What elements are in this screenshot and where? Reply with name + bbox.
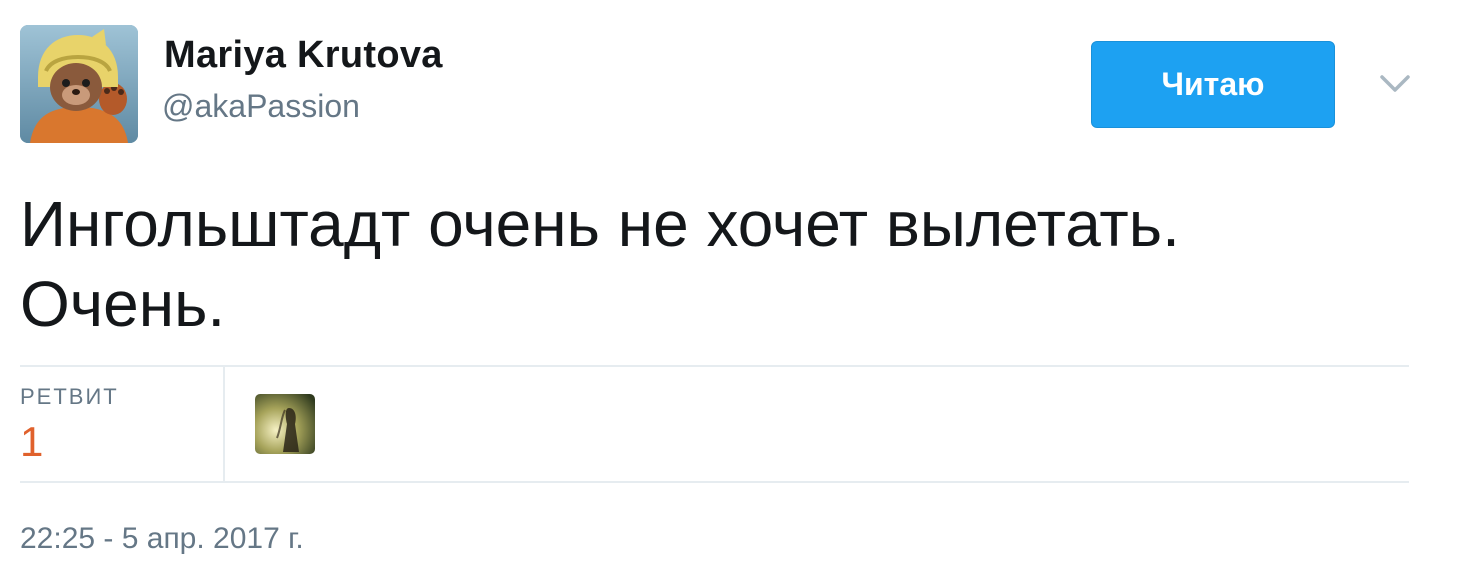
follow-button-label: Читаю: [1161, 66, 1265, 102]
stats-divider-top: [20, 365, 1409, 367]
chevron-down-icon[interactable]: [1376, 64, 1414, 102]
author-display-name[interactable]: Mariya Krutova: [164, 34, 443, 77]
tweet-text: Ингольштадт очень не хочет вылетать. Оче…: [20, 188, 1180, 340]
tweet-timestamp[interactable]: 22:25 - 5 апр. 2017 г.: [20, 522, 304, 556]
stats-divider-vertical: [223, 367, 225, 481]
stats-divider-bottom: [20, 481, 1409, 483]
follow-button[interactable]: Читаю: [1091, 41, 1335, 128]
author-avatar[interactable]: [20, 25, 138, 143]
retweet-stat-count[interactable]: 1: [20, 418, 43, 466]
retweet-stat-label: РЕТВИТ: [20, 384, 119, 409]
author-screen-name[interactable]: @akaPassion: [162, 88, 360, 125]
tweet-card: Mariya Krutova @akaPassion Читаю Ингольш…: [0, 0, 1460, 583]
retweeter-avatar[interactable]: [255, 394, 315, 454]
